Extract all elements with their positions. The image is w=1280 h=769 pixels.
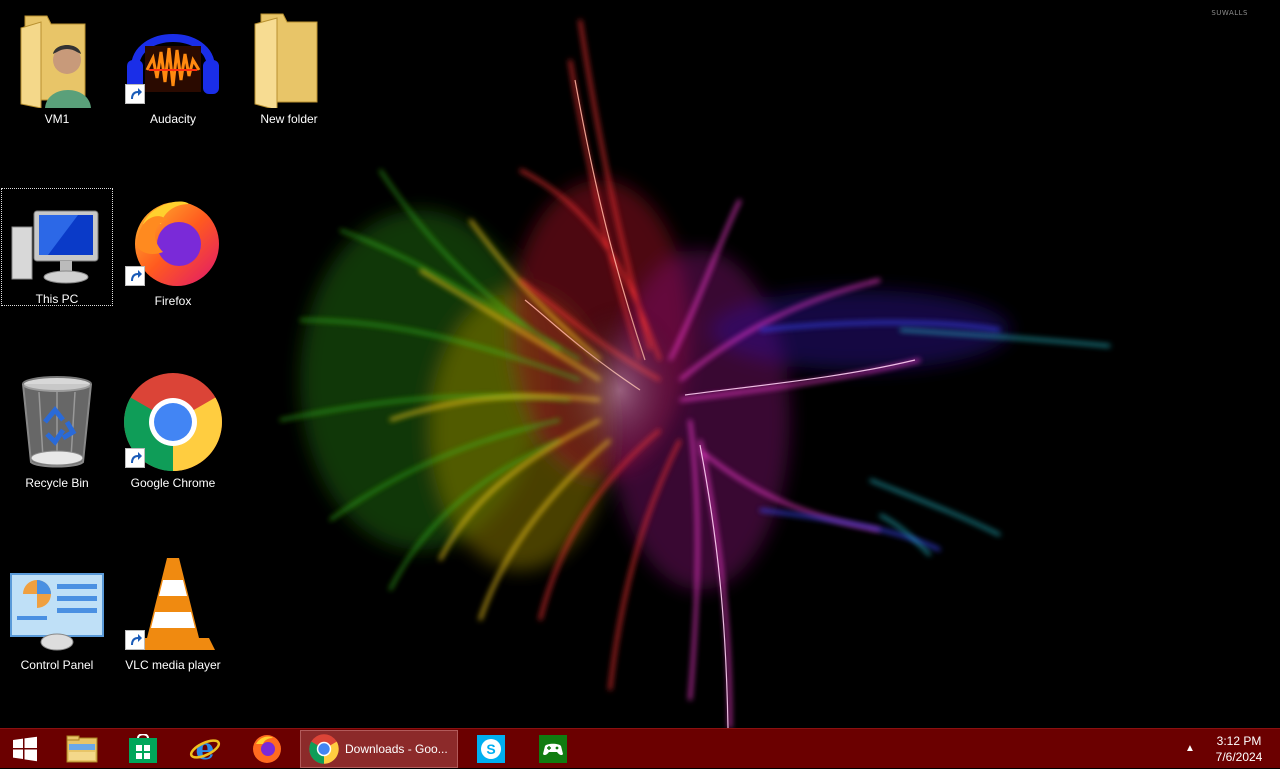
store-icon <box>129 734 157 763</box>
taskbar-xbox[interactable] <box>525 729 581 769</box>
show-hidden-icons-button[interactable]: ▲ <box>1182 741 1198 757</box>
shortcut-arrow-icon <box>125 448 145 468</box>
desktop-icon-vlc-media-player[interactable]: VLC media player <box>117 550 229 672</box>
desktop-icon-label: Recycle Bin <box>25 476 89 490</box>
desktop-icon-audacity[interactable]: Audacity <box>117 4 229 126</box>
desktop-icon-control-panel[interactable]: Control Panel <box>1 550 113 672</box>
recycle-bin-icon <box>22 376 92 468</box>
user-folder-icon <box>20 15 91 108</box>
svg-text:S: S <box>486 741 495 757</box>
desktop-icon-recycle-bin[interactable]: Recycle Bin <box>1 368 113 490</box>
desktop-icon-google-chrome[interactable]: Google Chrome <box>117 368 229 490</box>
desktop-icon-label: Firefox <box>154 294 192 308</box>
taskbar-skype[interactable]: S <box>463 729 519 769</box>
clock-date: 7/6/2024 <box>1215 750 1263 764</box>
desktop-icon-label: VM1 <box>44 112 70 126</box>
start-icon <box>13 736 37 762</box>
taskbar-window-title: Downloads - Goo... <box>345 742 448 756</box>
skype-icon: S <box>477 735 505 763</box>
folder-icon <box>254 13 318 108</box>
desktop-icon-label: This PC <box>35 292 79 306</box>
desktop-icon-label: VLC media player <box>125 658 221 672</box>
control-panel-icon <box>10 573 104 651</box>
taskbar-store[interactable] <box>115 729 171 769</box>
desktop-icon-this-pc[interactable]: This PC <box>1 188 113 306</box>
internet-explorer-icon: e <box>189 734 221 764</box>
chrome-icon <box>309 734 339 764</box>
clock-time: 3:12 PM <box>1216 734 1262 748</box>
file-explorer-icon <box>66 735 98 763</box>
desktop-icon-label: New folder <box>260 112 318 126</box>
firefox-icon <box>253 735 281 763</box>
desktop-icon-label: Google Chrome <box>130 476 216 490</box>
computer-icon <box>11 210 99 284</box>
taskbar-file-explorer[interactable] <box>54 729 110 769</box>
taskbar: e Downloads - Goo... S ▲ 3:12 PM 7/6/202… <box>0 728 1280 768</box>
system-clock[interactable]: 3:12 PM 7/6/2024 <box>1208 733 1270 765</box>
desktop-icon-firefox[interactable]: Firefox <box>117 186 229 308</box>
shortcut-arrow-icon <box>125 630 145 650</box>
taskbar-chrome-downloads[interactable]: Downloads - Goo... <box>300 730 458 768</box>
wallpaper-watermark: SUWALLS <box>1211 9 1248 17</box>
desktop-icon-vm1[interactable]: VM1 <box>1 4 113 126</box>
svg-text:e: e <box>195 734 214 764</box>
desktop-icon-label: Control Panel <box>20 658 94 672</box>
desktop-icon-new-folder[interactable]: New folder <box>233 4 345 126</box>
xbox-icon <box>539 735 567 763</box>
shortcut-arrow-icon <box>125 266 145 286</box>
shortcut-arrow-icon <box>125 84 145 104</box>
taskbar-firefox[interactable] <box>239 729 295 769</box>
desktop-icon-label: Audacity <box>149 112 197 126</box>
start-button[interactable] <box>0 729 50 769</box>
taskbar-internet-explorer[interactable]: e <box>177 729 233 769</box>
